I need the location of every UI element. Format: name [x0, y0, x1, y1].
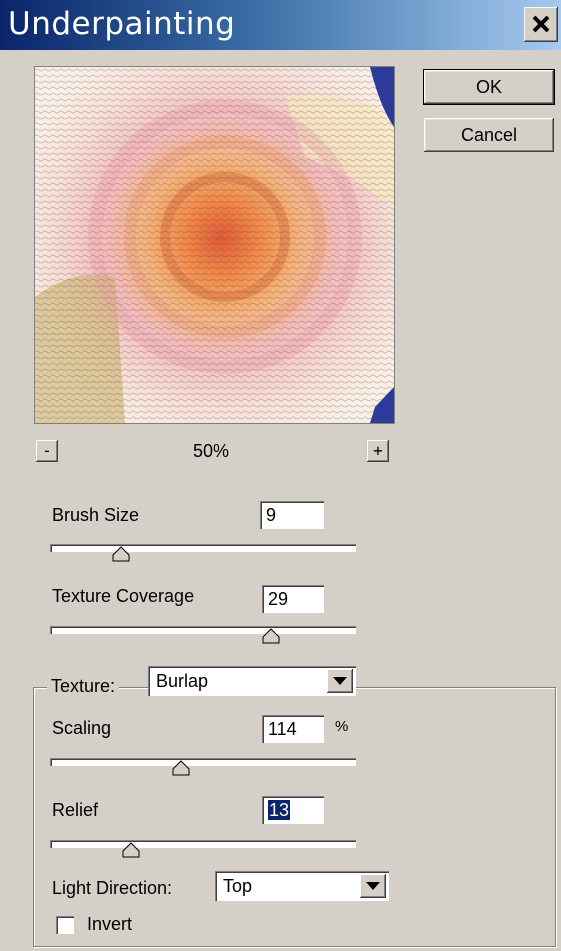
relief-value-selected: 13 — [268, 800, 291, 820]
zoom-level: 50% — [193, 441, 230, 461]
window-title: Underpainting — [8, 6, 236, 42]
relief-input[interactable]: 13 — [262, 796, 324, 824]
texture-coverage-slider[interactable] — [50, 626, 356, 634]
brush-size-input[interactable]: 9 — [260, 501, 324, 529]
texture-coverage-label: Texture Coverage — [52, 586, 195, 606]
scaling-label: Scaling — [52, 718, 112, 738]
texture-label: Texture: — [47, 676, 120, 697]
brush-size-slider-thumb[interactable] — [112, 546, 130, 562]
texture-coverage-slider-thumb[interactable] — [262, 628, 280, 644]
texture-dropdown[interactable]: Burlap — [148, 666, 356, 696]
scaling-slider[interactable] — [50, 758, 356, 766]
preview-image[interactable] — [34, 66, 395, 424]
relief-label: Relief — [52, 800, 99, 820]
chevron-down-icon — [366, 882, 380, 890]
brush-size-label: Brush Size — [52, 505, 140, 525]
relief-slider[interactable] — [50, 840, 356, 848]
chevron-down-icon — [333, 677, 347, 685]
title-bar: Underpainting — [0, 0, 561, 50]
scaling-input[interactable]: 114 — [262, 715, 324, 743]
scaling-slider-thumb[interactable] — [172, 760, 190, 776]
scaling-unit: % — [335, 718, 349, 735]
texture-dropdown-value: Burlap — [156, 671, 209, 691]
zoom-in-button[interactable]: + — [367, 440, 389, 462]
invert-label: Invert — [87, 914, 133, 934]
relief-slider-thumb[interactable] — [122, 842, 140, 858]
close-button[interactable] — [524, 7, 558, 42]
texture-coverage-input[interactable]: 29 — [262, 585, 324, 613]
invert-checkbox[interactable] — [56, 916, 74, 934]
close-icon — [532, 15, 550, 33]
cancel-button[interactable]: Cancel — [424, 118, 554, 152]
light-direction-label: Light Direction: — [52, 878, 173, 898]
light-direction-dropdown-button[interactable] — [360, 874, 386, 898]
texture-dropdown-button[interactable] — [327, 669, 353, 693]
light-direction-dropdown-value: Top — [223, 876, 253, 896]
zoom-out-button[interactable]: - — [36, 440, 58, 462]
light-direction-dropdown[interactable]: Top — [215, 871, 389, 901]
ok-button[interactable]: OK — [423, 69, 555, 105]
brush-size-slider[interactable] — [50, 544, 356, 552]
